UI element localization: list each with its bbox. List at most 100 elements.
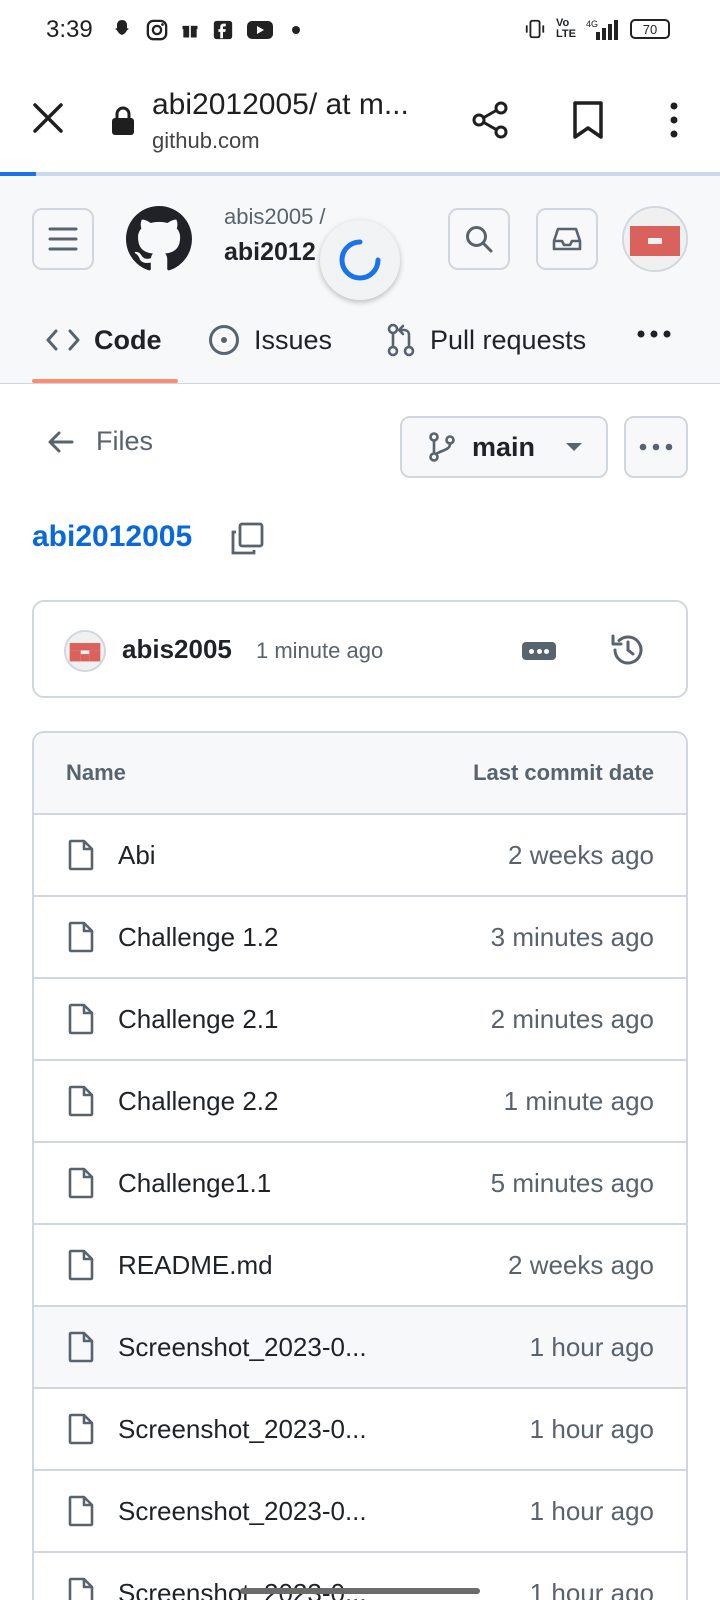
status-time: 3:39 bbox=[46, 16, 93, 43]
github-logo-icon[interactable] bbox=[126, 206, 192, 272]
search-icon bbox=[466, 226, 493, 253]
file-icon bbox=[68, 1085, 94, 1117]
back-to-files-link[interactable]: Files bbox=[48, 426, 153, 457]
file-name[interactable]: Challenge 1.2 bbox=[118, 922, 491, 953]
code-icon bbox=[46, 329, 80, 351]
file-icon bbox=[68, 1495, 94, 1527]
file-commit-date: 1 minute ago bbox=[503, 1085, 654, 1116]
file-row[interactable]: Challenge 2.1 2 minutes ago bbox=[34, 979, 686, 1061]
file-row[interactable]: Abi 2 weeks ago bbox=[34, 815, 686, 897]
battery-icon: 70 bbox=[629, 19, 670, 39]
inbox-button[interactable] bbox=[536, 208, 598, 270]
file-commit-date: 2 minutes ago bbox=[490, 1003, 654, 1034]
tab-pull-requests[interactable]: Pull requests bbox=[386, 310, 586, 370]
history-icon[interactable] bbox=[610, 632, 646, 668]
file-name[interactable]: Challenge 2.1 bbox=[118, 1004, 491, 1035]
file-row[interactable]: Screenshot_2023-0...1 hour ago bbox=[34, 1389, 686, 1471]
file-row[interactable]: Screenshot_2023-0...1 hour ago bbox=[34, 1307, 686, 1389]
facebook-icon bbox=[213, 20, 233, 40]
commit-message-toggle[interactable] bbox=[522, 642, 556, 660]
url-page-title[interactable]: abi2012005/ at m... bbox=[152, 88, 409, 122]
file-icon bbox=[68, 1167, 94, 1199]
more-options-button[interactable] bbox=[624, 416, 688, 478]
snapchat-icon bbox=[115, 20, 129, 35]
commit-author[interactable]: abis2005 bbox=[122, 634, 232, 665]
file-icon bbox=[68, 921, 94, 953]
tab-issues-label: Issues bbox=[254, 324, 333, 355]
file-row[interactable]: Challenge 1.2 3 minutes ago bbox=[34, 897, 686, 979]
youtube-icon bbox=[247, 21, 273, 39]
active-tab-indicator bbox=[32, 379, 178, 383]
menu-icon bbox=[48, 227, 78, 251]
issue-opened-icon bbox=[209, 325, 239, 355]
user-avatar[interactable] bbox=[622, 206, 688, 272]
ellipsis-dot-icon bbox=[536, 648, 542, 654]
tab-code[interactable]: Code bbox=[46, 310, 162, 370]
gift-icon bbox=[182, 25, 198, 38]
system-icons: Vo LTE 4G 70 bbox=[524, 18, 670, 40]
file-row[interactable]: Challenge1.1 5 minutes ago bbox=[34, 1143, 686, 1225]
kebab-horizontal-icon bbox=[639, 443, 673, 451]
file-commit-date: 1 hour ago bbox=[529, 1413, 654, 1444]
file-icon bbox=[68, 1577, 94, 1600]
pull-request-icon bbox=[387, 323, 415, 357]
col-name-header: Name bbox=[66, 760, 126, 785]
hamburger-menu-button[interactable] bbox=[32, 208, 94, 270]
file-icon bbox=[68, 1413, 94, 1445]
spinner-arc-icon bbox=[339, 239, 381, 281]
volte-icon: Vo LTE bbox=[556, 17, 576, 40]
file-name[interactable]: Screenshot_2023-0... bbox=[118, 1332, 530, 1363]
ellipsis-dot-icon bbox=[544, 648, 550, 654]
url-domain[interactable]: github.com bbox=[152, 128, 260, 154]
file-commit-date: 1 hour ago bbox=[529, 1331, 654, 1362]
branch-selector-button[interactable]: main bbox=[400, 416, 608, 478]
home-indicator[interactable] bbox=[240, 1588, 480, 1594]
instagram-icon bbox=[146, 19, 168, 41]
file-name[interactable]: README.md bbox=[118, 1250, 508, 1281]
search-button[interactable] bbox=[448, 208, 510, 270]
copy-icon[interactable] bbox=[230, 522, 264, 556]
file-commit-date: 1 hour ago bbox=[529, 1577, 654, 1600]
file-name[interactable]: Screenshot_2023-0... bbox=[118, 1414, 530, 1445]
repo-name-link[interactable]: abi2012 bbox=[224, 238, 316, 267]
svg-text:4G: 4G bbox=[586, 19, 598, 29]
vibrate-icon bbox=[525, 19, 545, 39]
triangle-down-icon bbox=[566, 443, 583, 451]
file-commit-date: 2 weeks ago bbox=[508, 1249, 654, 1280]
git-branch-icon bbox=[429, 432, 455, 462]
file-icon bbox=[68, 1331, 94, 1363]
close-icon[interactable] bbox=[30, 100, 66, 136]
more-vert-icon[interactable] bbox=[662, 100, 686, 140]
tab-code-label: Code bbox=[94, 324, 162, 355]
file-table: Name Last commit date Abi 2 weeks ago Chal… bbox=[32, 731, 688, 1600]
repo-owner-link[interactable]: abis2005 / bbox=[224, 204, 326, 230]
identicon-avatar-icon bbox=[66, 632, 104, 670]
file-icon bbox=[68, 1003, 94, 1035]
file-row[interactable]: Screenshot_2023-0...1 hour ago bbox=[34, 1471, 686, 1553]
commit-time: 1 minute ago bbox=[256, 638, 384, 663]
file-name[interactable]: Screenshot_2023-0... bbox=[118, 1496, 530, 1527]
file-row[interactable]: README.md 2 weeks ago bbox=[34, 1225, 686, 1307]
more-tabs-icon[interactable] bbox=[636, 328, 672, 340]
current-path-title[interactable]: abi2012005 bbox=[32, 520, 192, 554]
identicon-avatar-icon bbox=[624, 208, 686, 270]
file-commit-date: 3 minutes ago bbox=[490, 921, 654, 952]
loading-spinner bbox=[320, 220, 400, 300]
table-header: Name Last commit date bbox=[34, 733, 686, 815]
file-row[interactable]: Challenge 2.2 1 minute ago bbox=[34, 1061, 686, 1143]
file-name[interactable]: Challenge1.1 bbox=[118, 1168, 491, 1199]
bookmark-icon[interactable] bbox=[570, 100, 606, 140]
file-commit-date: 2 weeks ago bbox=[508, 839, 654, 870]
col-date-header: Last commit date bbox=[473, 760, 654, 785]
lock-icon[interactable] bbox=[110, 106, 136, 136]
branch-name: main bbox=[472, 431, 536, 462]
file-name[interactable]: Abi bbox=[118, 840, 508, 871]
notification-icons bbox=[110, 18, 300, 42]
commit-author-avatar[interactable] bbox=[64, 630, 106, 672]
share-icon[interactable] bbox=[470, 100, 510, 140]
file-commit-date: 5 minutes ago bbox=[490, 1167, 654, 1198]
file-name[interactable]: Challenge 2.2 bbox=[118, 1086, 504, 1117]
tab-pull-requests-label: Pull requests bbox=[430, 324, 587, 355]
file-icon bbox=[68, 839, 94, 871]
tab-issues[interactable]: Issues bbox=[208, 310, 332, 370]
